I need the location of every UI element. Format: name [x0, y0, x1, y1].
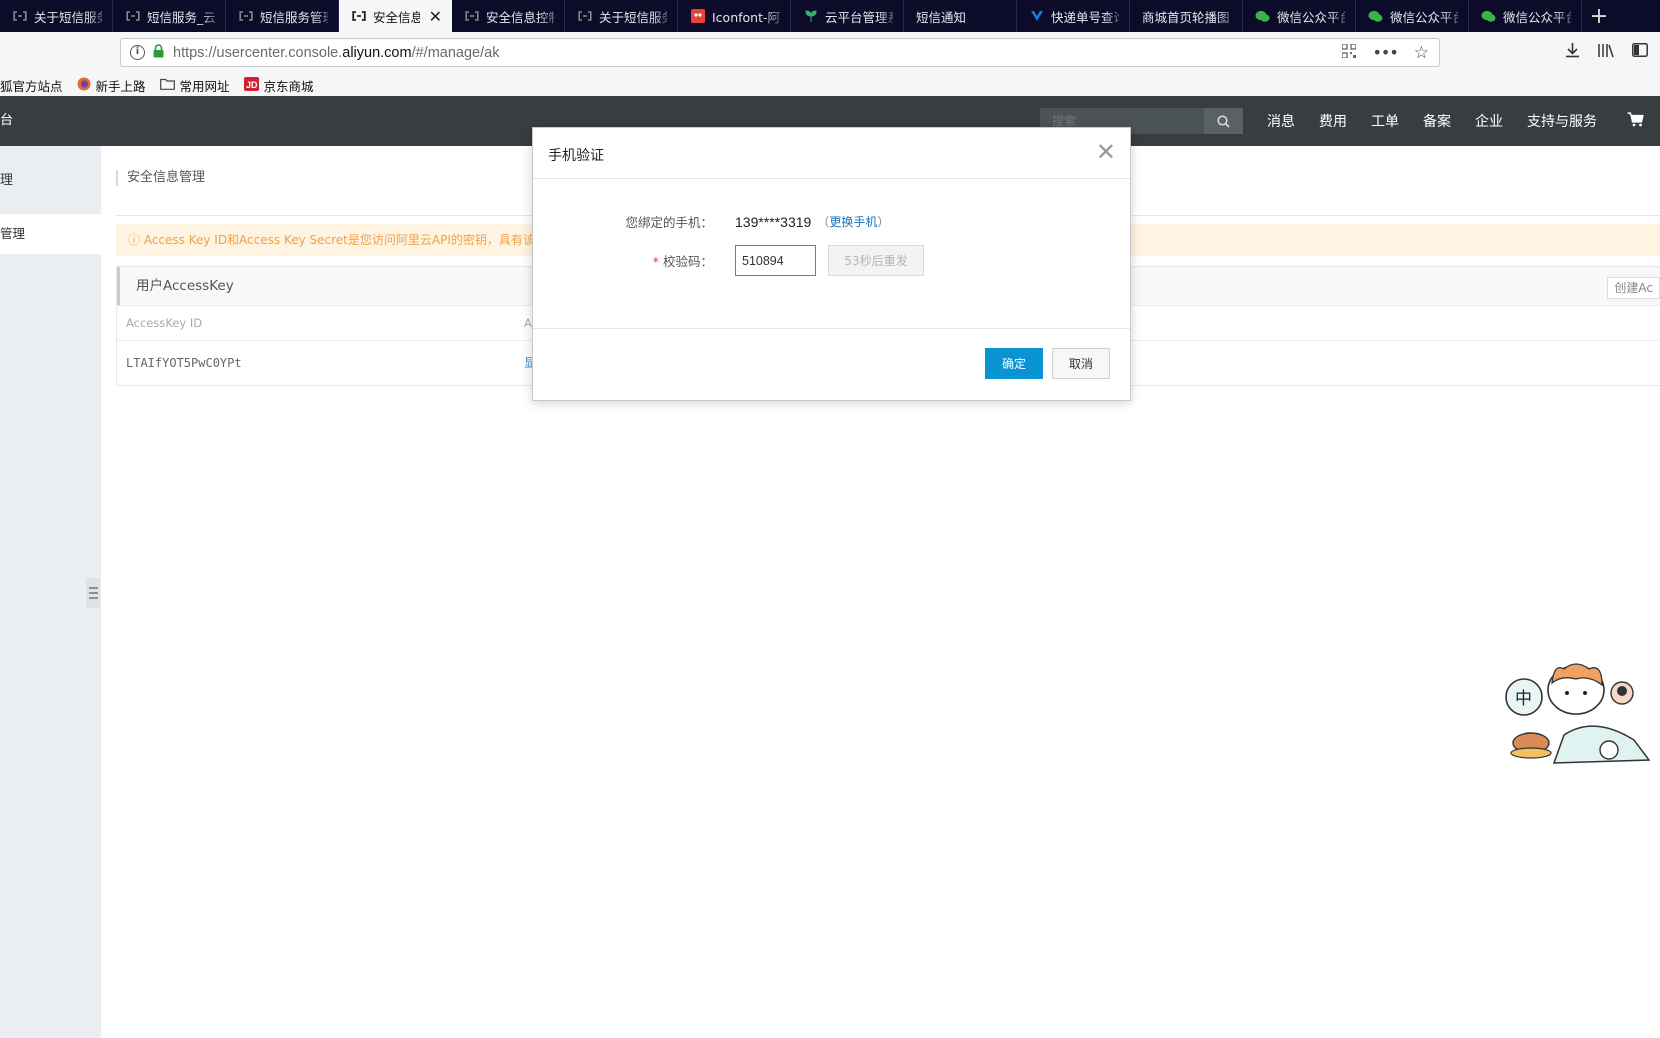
dialog-header: 手机验证 ✕	[533, 128, 1130, 179]
browser-tab[interactable]: 微信公众平台	[1356, 0, 1469, 32]
phone-verification-dialog: 手机验证 ✕ 您绑定的手机： 139****3319 （更换手机） * 校验码： …	[532, 127, 1131, 401]
aliyun-icon	[238, 9, 253, 24]
sidebar-item-ak-management[interactable]: 管理	[0, 214, 101, 254]
url-bar[interactable]: i https://usercenter.console.aliyun.com/…	[120, 38, 1440, 67]
close-tab-icon[interactable]: ✕	[429, 7, 442, 26]
aliyun-icon	[12, 9, 27, 24]
qr-code-icon[interactable]	[1341, 42, 1358, 62]
dialog-title: 手机验证	[548, 148, 604, 164]
wechat-icon	[1255, 9, 1270, 24]
bookmark-label: 狐官方站点	[0, 78, 63, 94]
aliyun-icon	[464, 9, 479, 24]
lock-icon	[153, 43, 164, 62]
svg-text:中: 中	[1515, 689, 1532, 709]
console-top-menu: 消息 费用 工单 备案 企业 支持与服务	[1267, 96, 1621, 146]
change-phone-link[interactable]: 更换手机	[829, 215, 877, 229]
sidebar-toggle-icon[interactable]	[1632, 43, 1648, 61]
ime-mascot[interactable]: 中	[1494, 655, 1654, 775]
page-title: 安全信息管理	[116, 170, 205, 186]
wechat-icon	[1481, 9, 1496, 24]
menu-icp[interactable]: 备案	[1423, 111, 1451, 131]
dialog-footer-divider	[533, 328, 1130, 329]
jd-icon: JD	[243, 76, 259, 94]
browser-tab[interactable]: 短信服务管理	[226, 0, 339, 32]
browser-tab[interactable]: 关于短信服务	[565, 0, 678, 32]
menu-support[interactable]: 支持与服务	[1527, 111, 1597, 131]
browser-tab[interactable]: 微信公众平台	[1243, 0, 1356, 32]
new-tab-button[interactable]: +	[1582, 0, 1616, 32]
url-text: https://usercenter.console.aliyun.com/#/…	[173, 44, 500, 61]
aliyun-icon	[577, 9, 592, 24]
sidebar-collapse-handle[interactable]	[86, 578, 100, 608]
aliyun-icon	[125, 9, 140, 24]
bookmark-getting-started[interactable]: 新手上路	[77, 76, 146, 95]
browser-tab-bar: 关于短信服务 短信服务_云 短信服务管理 安全信息 ✕ 安全信息控制 关于短信服务 Iconf…	[0, 0, 1660, 32]
required-mark: *	[652, 254, 659, 269]
svg-text:JD: JD	[246, 80, 258, 90]
aliyun-icon	[351, 9, 366, 24]
v-icon	[1029, 9, 1044, 24]
accesskey-id-value: LTAIfYOT5PwC0YPt	[126, 356, 242, 370]
browser-tab[interactable]: 微信公众平台	[1469, 0, 1582, 32]
cart-icon[interactable]	[1627, 112, 1644, 131]
bookmark-label: 京东商城	[263, 78, 314, 94]
menu-billing[interactable]: 费用	[1319, 111, 1347, 131]
change-phone: （更换手机）	[817, 215, 890, 229]
browser-tab[interactable]: 商城首页轮播图	[1130, 0, 1243, 32]
browser-tab[interactable]: Iconfont-阿里	[678, 0, 791, 32]
folder-icon	[159, 78, 175, 93]
browser-tab[interactable]: 关于短信服务	[0, 0, 113, 32]
confirm-button[interactable]: 确定	[985, 348, 1043, 379]
code-row: *校验码： 53秒后重发	[533, 245, 924, 276]
firefox-icon	[77, 77, 91, 94]
bookmark-label: 常用网址	[179, 78, 230, 94]
bookmark-official-site[interactable]: 狐官方站点	[0, 76, 63, 95]
menu-tickets[interactable]: 工单	[1371, 111, 1399, 131]
wechat-icon	[1368, 9, 1383, 24]
column-header-secret: A	[524, 316, 532, 330]
phone-row: 您绑定的手机： 139****3319 （更换手机）	[533, 212, 889, 231]
phone-value: 139****3319	[735, 213, 812, 230]
bookmarks-bar: 狐官方站点 新手上路 常用网址 JD 京东商城	[0, 74, 1660, 97]
search-icon[interactable]	[1204, 108, 1243, 134]
bookmark-jd[interactable]: JD 京东商城	[243, 76, 314, 95]
code-label: * 校验码：	[652, 254, 713, 269]
bookmark-label: 新手上路	[95, 78, 146, 94]
verification-code-input[interactable]	[735, 245, 816, 276]
resend-code-button[interactable]: 53秒后重发	[828, 245, 924, 276]
menu-messages[interactable]: 消息	[1267, 111, 1295, 131]
browser-tab[interactable]: 短信通知	[904, 0, 1017, 32]
menu-enterprise[interactable]: 企业	[1475, 111, 1503, 131]
bookmark-common-sites[interactable]: 常用网址	[159, 76, 230, 95]
column-header-accesskey-id: AccessKey ID	[126, 316, 203, 330]
browser-tab[interactable]: 短信服务_云	[113, 0, 226, 32]
phone-label: 您绑定的手机：	[625, 215, 713, 230]
browser-tab[interactable]: 安全信息 ✕	[339, 0, 452, 32]
console-brand[interactable]: 台	[0, 96, 13, 146]
plant-icon	[803, 9, 818, 24]
star-icon[interactable]: ☆	[1414, 43, 1429, 63]
browser-tab[interactable]: 云平台管理系	[791, 0, 904, 32]
cancel-button[interactable]: 取消	[1052, 348, 1110, 379]
tab-title: 安全信息	[373, 9, 420, 25]
download-icon[interactable]	[1565, 42, 1580, 62]
browser-tab[interactable]: 快递单号查询	[1017, 0, 1130, 32]
info-icon[interactable]: i	[130, 45, 145, 60]
iconfont-icon	[690, 9, 705, 24]
browser-nav-bar: i https://usercenter.console.aliyun.com/…	[0, 32, 1660, 74]
close-icon[interactable]: ✕	[1096, 140, 1116, 164]
create-accesskey-button[interactable]: 创建Ac	[1607, 277, 1660, 299]
more-icon[interactable]: •••	[1372, 43, 1398, 62]
console-sidebar: 理 管理	[0, 146, 101, 1038]
browser-tab[interactable]: 安全信息控制	[452, 0, 565, 32]
sidebar-title: 理	[0, 173, 14, 188]
library-icon[interactable]	[1598, 43, 1614, 62]
